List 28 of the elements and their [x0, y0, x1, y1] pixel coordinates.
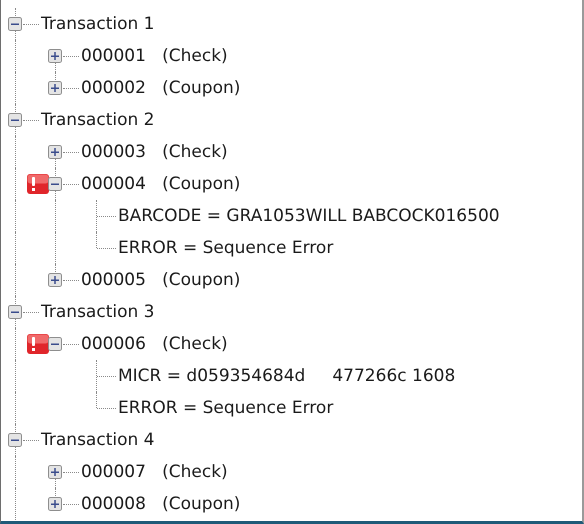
expand-toggle[interactable] — [48, 497, 62, 511]
tree-item[interactable]: 000001 (Check) — [79, 46, 228, 66]
tree-item[interactable]: 000008 (Coupon) — [79, 494, 240, 514]
tree-item[interactable]: 000006 (Check) — [79, 334, 228, 354]
expand-toggle[interactable] — [48, 49, 62, 63]
expand-toggle[interactable] — [8, 433, 22, 447]
tree-item[interactable]: 000005 (Coupon) — [79, 270, 240, 290]
expand-toggle[interactable] — [48, 145, 62, 159]
tree-item[interactable]: Transaction 2 — [39, 110, 154, 130]
expand-toggle[interactable] — [48, 177, 62, 191]
tree-item[interactable]: 000002 (Coupon) — [79, 78, 240, 98]
expand-toggle[interactable] — [8, 17, 22, 31]
expand-toggle[interactable] — [8, 305, 22, 319]
tree-item[interactable]: Transaction 4 — [39, 430, 154, 450]
expand-toggle[interactable] — [8, 113, 22, 127]
tree-item[interactable]: 000007 (Check) — [79, 462, 228, 482]
tree-item[interactable]: Transaction 1 — [39, 14, 154, 34]
tree-item[interactable]: ERROR = Sequence Error — [116, 238, 334, 258]
expand-toggle[interactable] — [48, 273, 62, 287]
tree-item[interactable]: BARCODE = GRA1053WILL BABCOCK016500 — [116, 206, 500, 226]
expand-toggle[interactable] — [48, 81, 62, 95]
tree-item[interactable]: ERROR = Sequence Error — [116, 398, 334, 418]
expand-toggle[interactable] — [48, 337, 62, 351]
tree-item[interactable]: 000004 (Coupon) — [79, 174, 240, 194]
expand-toggle[interactable] — [48, 465, 62, 479]
tree-item[interactable]: MICR = d059354684d 477266c 1608 — [116, 366, 456, 386]
tree-item[interactable]: Transaction 3 — [39, 302, 154, 322]
tree-item[interactable]: 000003 (Check) — [79, 142, 228, 162]
